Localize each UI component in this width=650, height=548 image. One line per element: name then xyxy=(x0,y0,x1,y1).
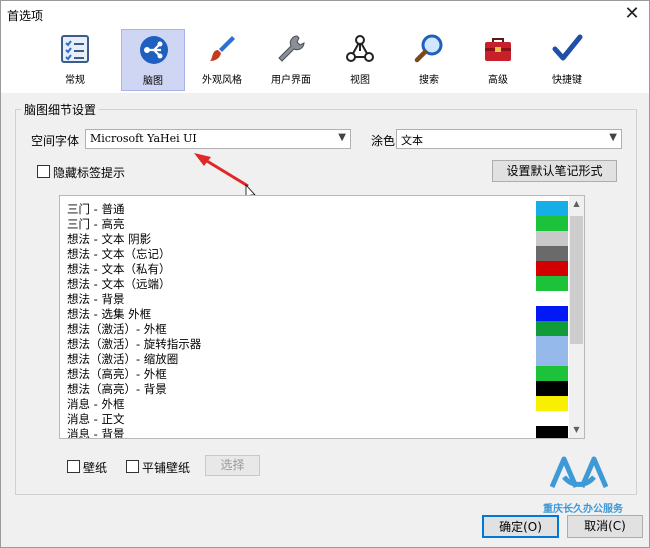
color-swatch[interactable] xyxy=(536,201,568,216)
graph-icon xyxy=(346,35,374,62)
chevron-down-icon: ▼ xyxy=(609,132,617,143)
list-item[interactable]: 想法 - 文本 阴影 xyxy=(67,231,151,246)
color-swatch[interactable] xyxy=(536,336,568,351)
color-swatch[interactable] xyxy=(536,351,568,366)
tab-advanced[interactable]: 高级 xyxy=(466,29,530,91)
tab-view[interactable]: 视图 xyxy=(328,29,392,91)
chevron-down-icon: ▼ xyxy=(338,132,346,143)
watermark-text: 重庆长久办公服务 xyxy=(543,504,623,515)
ok-button[interactable]: 确定(O) xyxy=(482,515,559,538)
list-item[interactable]: 消息 - 外框 xyxy=(67,396,124,411)
watermark-logo xyxy=(549,456,609,488)
list-item[interactable]: 消息 - 正文 xyxy=(67,411,124,426)
list-item[interactable]: 三门 - 高亮 xyxy=(67,216,124,231)
window-title: 首选项 xyxy=(7,9,44,23)
tab-shortcuts[interactable]: 快捷键 xyxy=(535,29,599,91)
select-wallpaper-button[interactable]: 选择 xyxy=(205,455,260,476)
list-item[interactable]: 想法 - 文本（忘记） xyxy=(67,246,170,261)
list-item[interactable]: 想法（高亮）- 外框 xyxy=(67,366,167,381)
font-label: 空间字体 xyxy=(31,134,80,148)
mindmap-icon xyxy=(140,36,168,64)
color-swatch[interactable] xyxy=(536,231,568,246)
cancel-button[interactable]: 取消(C) xyxy=(567,515,643,538)
scroll-down-icon[interactable]: ▼ xyxy=(569,422,584,438)
color-swatch[interactable] xyxy=(536,261,568,276)
list-item[interactable]: 想法（激活）- 旋转指示器 xyxy=(67,336,201,351)
close-icon[interactable]: ✕ xyxy=(621,4,643,24)
font-select[interactable]: Microsoft YaHei UI ▼ xyxy=(85,129,351,149)
tab-label: 视图 xyxy=(350,75,370,86)
list-item[interactable]: 想法（高亮）- 背景 xyxy=(67,381,167,396)
color-swatch[interactable] xyxy=(536,366,568,381)
list-item[interactable]: 想法 - 背景 xyxy=(67,291,124,306)
color-label: 涂色 xyxy=(371,134,396,148)
group-title: 脑图细节设置 xyxy=(21,101,100,118)
set-default-style-button[interactable]: 设置默认笔记形式 xyxy=(492,160,617,182)
magnifier-icon xyxy=(414,34,443,63)
list-item[interactable]: 想法 - 文本（私有） xyxy=(67,261,170,276)
tab-label: 搜索 xyxy=(419,75,439,86)
brush-icon xyxy=(210,36,235,61)
tab-label: 高级 xyxy=(488,75,508,86)
color-swatch[interactable] xyxy=(536,276,568,291)
color-swatch[interactable] xyxy=(536,306,568,321)
color-swatch[interactable] xyxy=(536,246,568,261)
list-item[interactable]: 想法 - 文本（远端） xyxy=(67,276,170,291)
wrench-icon xyxy=(278,35,305,62)
tab-label: 外观风格 xyxy=(202,75,242,86)
list-item[interactable]: 三门 - 普通 xyxy=(67,201,124,216)
wallpaper-label: 壁纸 xyxy=(83,461,108,475)
tab-mindmap[interactable]: 脑图 xyxy=(121,29,185,91)
tab-appearance[interactable]: 外观风格 xyxy=(190,29,254,91)
color-swatch[interactable] xyxy=(536,381,568,396)
preferences-window: 首选项 ✕ 常规 脑图 外观风格 用户界面 视图 搜索 高级 快捷键 脑图细节设… xyxy=(0,0,650,548)
tab-user-interface[interactable]: 用户界面 xyxy=(259,29,323,91)
font-select-value: Microsoft YaHei UI xyxy=(90,132,197,145)
toolbox-icon xyxy=(485,38,511,61)
tab-label: 常规 xyxy=(65,75,85,86)
tab-general[interactable]: 常规 xyxy=(43,29,107,91)
tab-label: 用户界面 xyxy=(271,75,311,86)
color-swatch[interactable] xyxy=(536,396,568,411)
title-bar: 首选项 ✕ xyxy=(1,1,649,29)
list-item[interactable]: 想法（激活）- 缩放圈 xyxy=(67,351,178,366)
tab-label: 脑图 xyxy=(143,76,163,87)
category-toolbar: 常规 脑图 外观风格 用户界面 视图 搜索 高级 快捷键 xyxy=(1,29,649,93)
scroll-thumb[interactable] xyxy=(570,216,583,344)
list-item[interactable]: 想法 - 选集 外框 xyxy=(67,306,151,321)
checkmark-icon xyxy=(552,34,583,61)
wallpaper-checkbox[interactable] xyxy=(67,460,80,473)
hide-tag-checkbox[interactable] xyxy=(37,165,50,178)
list-item[interactable]: 想法（激活）- 外框 xyxy=(67,321,167,336)
color-swatch[interactable] xyxy=(536,321,568,336)
list-item[interactable]: 消息 - 背景 xyxy=(67,426,124,438)
tab-search[interactable]: 搜索 xyxy=(397,29,461,91)
list-scrollbar[interactable]: ▲ ▼ xyxy=(569,196,584,438)
tile-wallpaper-checkbox[interactable] xyxy=(126,460,139,473)
tile-wallpaper-label: 平铺壁纸 xyxy=(142,461,191,475)
color-swatch[interactable] xyxy=(536,216,568,231)
hide-tag-label: 隐藏标签提示 xyxy=(53,166,126,180)
checklist-icon xyxy=(61,35,89,63)
tab-label: 快捷键 xyxy=(552,75,582,86)
color-swatch[interactable] xyxy=(536,411,568,426)
color-target-value: 文本 xyxy=(401,134,423,147)
color-item-list[interactable]: 三门 - 普通 三门 - 高亮 想法 - 文本 阴影 想法 - 文本（忘记） 想法 - … xyxy=(59,195,585,439)
color-target-select[interactable]: 文本 ▼ xyxy=(396,129,622,149)
scroll-up-icon[interactable]: ▲ xyxy=(569,196,584,212)
color-swatch[interactable] xyxy=(536,426,568,438)
color-swatch[interactable] xyxy=(536,291,568,306)
